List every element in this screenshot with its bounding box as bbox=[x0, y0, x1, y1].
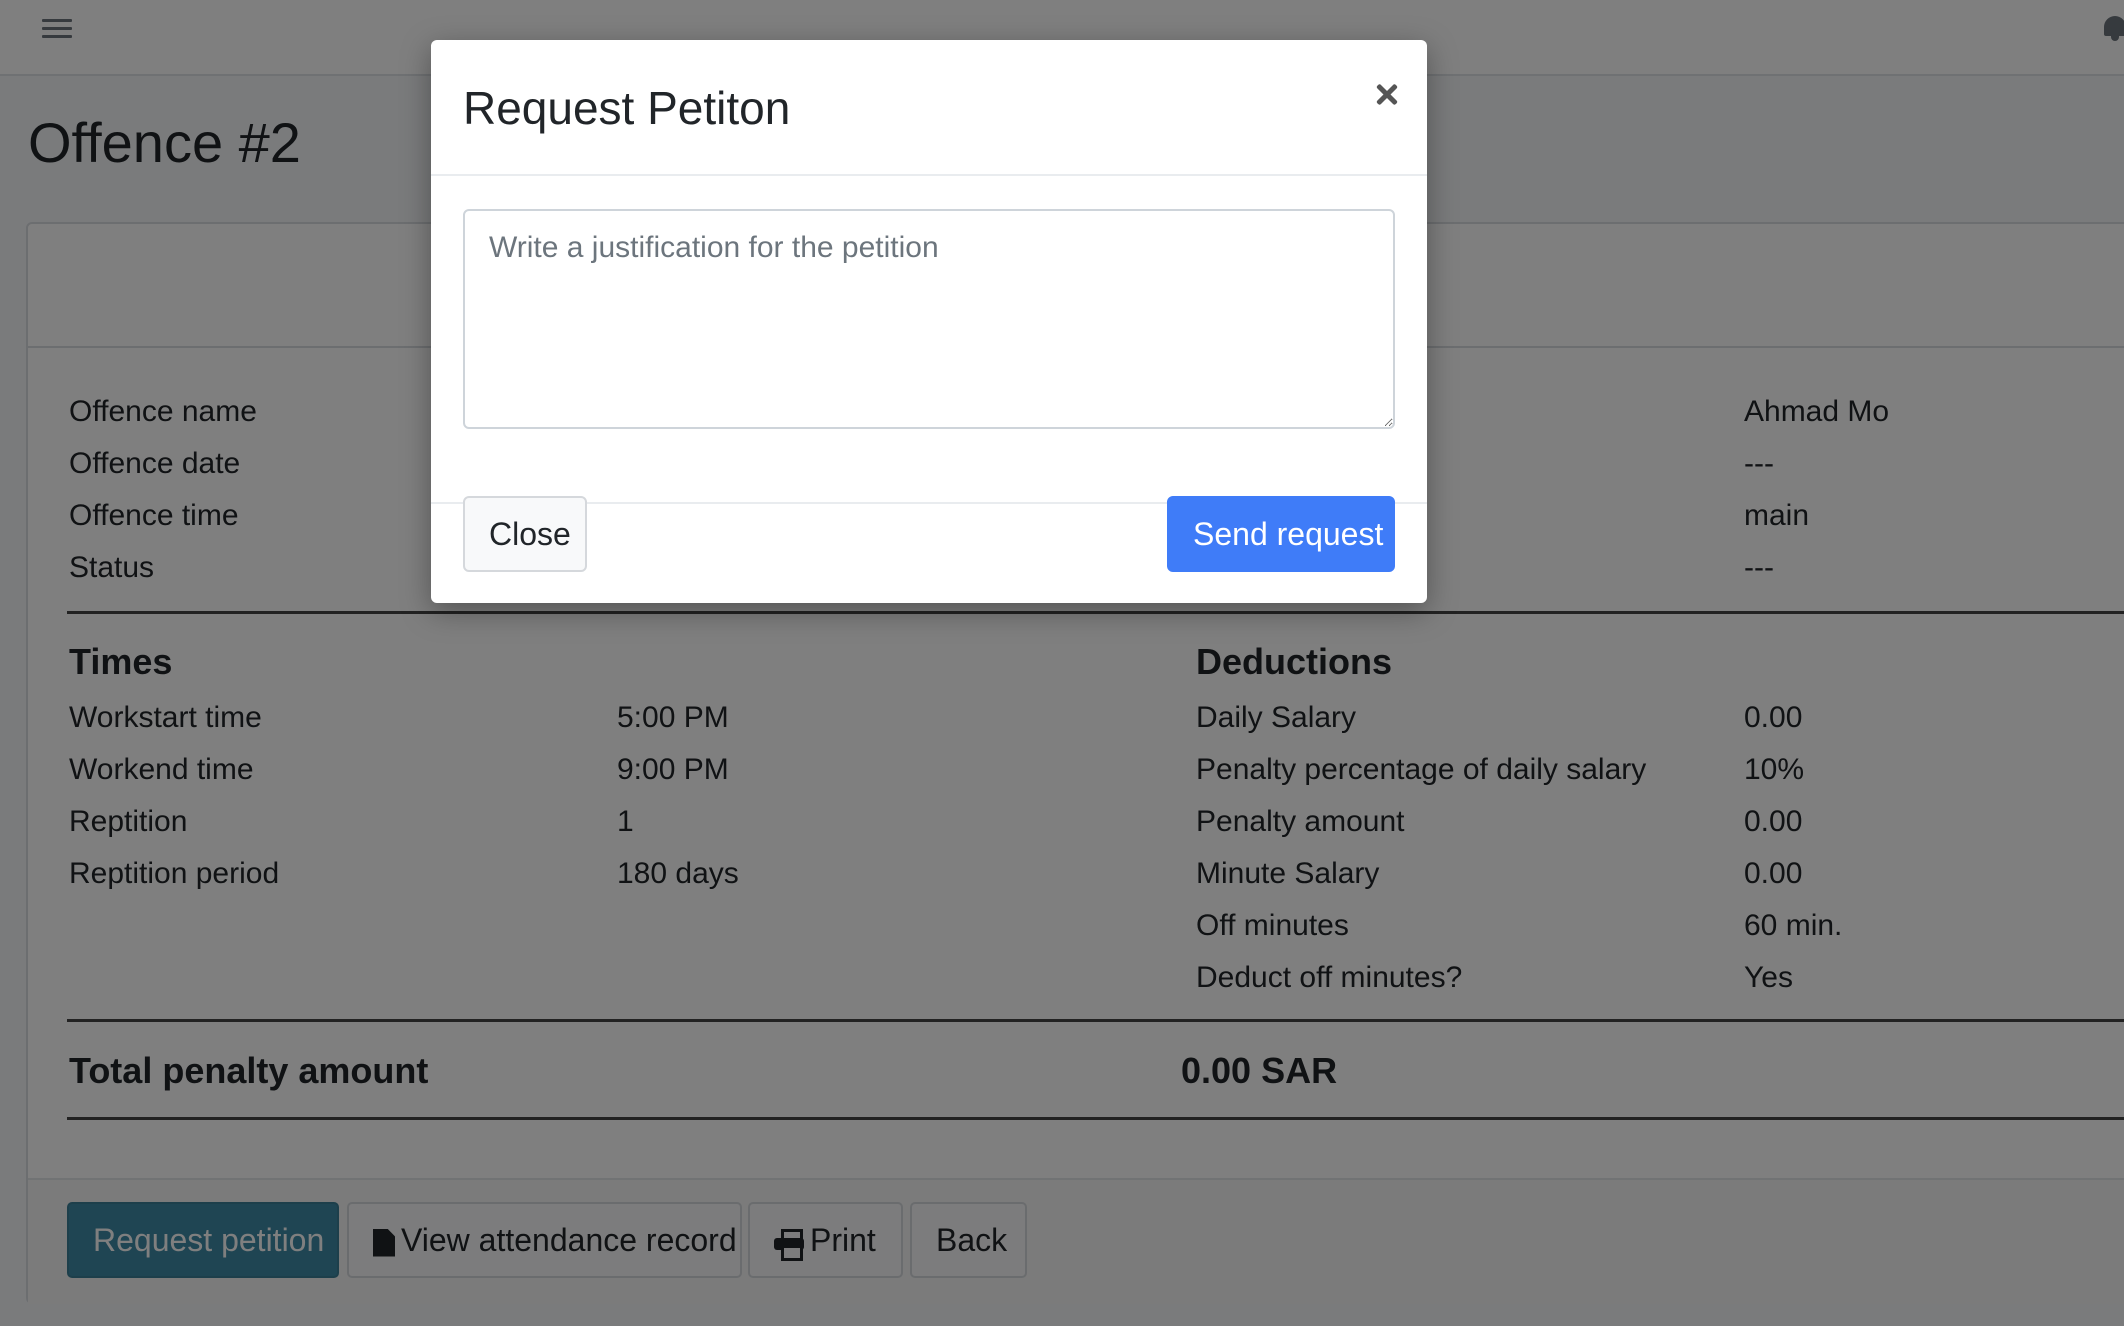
modal-title: Request Petiton bbox=[463, 82, 791, 134]
petition-justification-textarea[interactable] bbox=[463, 209, 1395, 429]
modal-close-label: Close bbox=[489, 516, 571, 552]
modal-header: Request Petiton bbox=[431, 40, 1427, 176]
request-petition-modal: Request Petiton Close Send request bbox=[431, 40, 1427, 603]
send-request-button[interactable]: Send request bbox=[1167, 496, 1395, 572]
modal-close-button[interactable]: Close bbox=[463, 496, 587, 572]
send-request-label: Send request bbox=[1193, 516, 1384, 552]
close-icon[interactable] bbox=[1367, 74, 1407, 114]
